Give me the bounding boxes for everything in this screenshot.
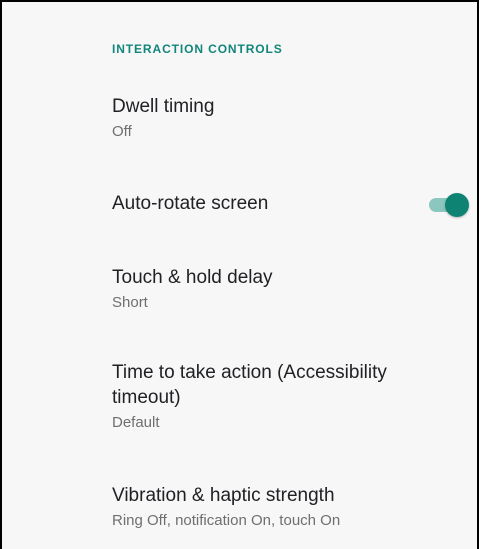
pref-vibration-haptic-strength[interactable]: Vibration & haptic strength Ring Off, no… (112, 483, 442, 531)
pref-title: Time to take action (Accessibility timeo… (112, 362, 387, 408)
pref-summary: Ring Off, notification On, touch On (112, 512, 341, 529)
pref-title: Touch & hold delay (112, 267, 273, 288)
section-header-interaction-controls: INTERACTION CONTROLS (112, 42, 283, 56)
pref-title: Dwell timing (112, 96, 215, 117)
auto-rotate-toggle[interactable] (429, 193, 473, 217)
pref-title: Auto-rotate screen (112, 193, 269, 214)
toggle-thumb-icon (445, 193, 469, 217)
pref-summary: Short (112, 294, 148, 311)
pref-title: Vibration & haptic strength (112, 485, 335, 506)
pref-summary: Off (112, 123, 132, 140)
pref-summary: Default (112, 414, 160, 431)
pref-touch-hold-delay[interactable]: Touch & hold delay Short (112, 265, 442, 313)
pref-dwell-timing[interactable]: Dwell timing Off (112, 94, 442, 142)
pref-auto-rotate-screen[interactable]: Auto-rotate screen (112, 191, 442, 216)
pref-accessibility-timeout[interactable]: Time to take action (Accessibility timeo… (112, 360, 442, 433)
settings-screen: INTERACTION CONTROLS Dwell timing Off Au… (0, 0, 479, 549)
